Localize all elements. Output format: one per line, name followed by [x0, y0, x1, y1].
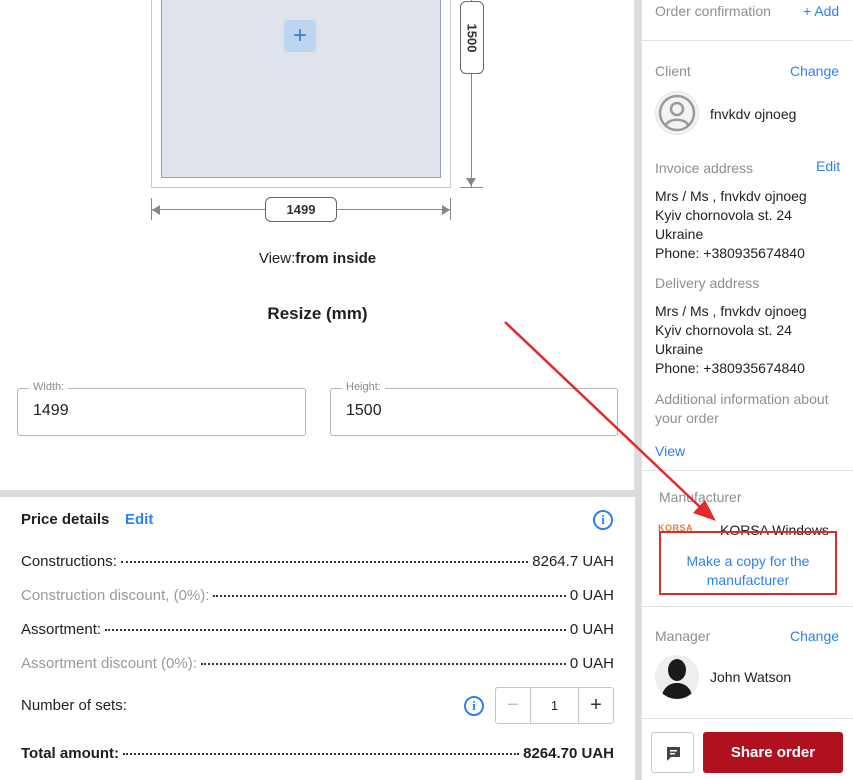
height-dimension-badge[interactable]: 1500	[460, 1, 484, 74]
view-side-label: View:from inside	[258, 250, 377, 267]
order-sidebar: Order confirmation + Add Client Change f…	[641, 0, 853, 780]
share-order-button[interactable]: Share order	[703, 732, 843, 773]
copy-for-manufacturer-highlight: Make a copy for the manufacturer	[659, 531, 837, 595]
width-field[interactable]: Width:	[17, 381, 306, 436]
client-label: Client	[655, 63, 691, 79]
invoice-edit-link[interactable]: Edit	[816, 158, 840, 174]
manager-name: John Watson	[710, 669, 792, 685]
quantity-value[interactable]: 1	[531, 688, 578, 723]
width-dimension-badge[interactable]: 1499	[265, 197, 337, 222]
make-copy-link[interactable]: Make a copy for the manufacturer	[661, 552, 835, 590]
price-edit-link[interactable]: Edit	[125, 511, 153, 528]
delivery-address-label: Delivery address	[655, 275, 760, 291]
window-preview-panel: + 1500 1499 View:from inside Resize (mm)…	[0, 0, 635, 490]
chat-button[interactable]	[651, 732, 694, 773]
price-row-construction-discount: Construction discount, (0%): 0 UAH	[21, 587, 614, 604]
window-glass: +	[161, 0, 441, 178]
divider	[642, 40, 853, 41]
user-icon	[658, 94, 696, 132]
manager-avatar	[655, 655, 699, 699]
width-input[interactable]	[33, 402, 233, 420]
height-input[interactable]	[346, 402, 546, 420]
window-frame: +	[151, 0, 451, 188]
width-field-label: Width:	[29, 381, 69, 393]
width-arrow-left-icon	[152, 205, 160, 215]
manager-label: Manager	[655, 628, 711, 644]
height-dimension-tick	[460, 187, 483, 188]
height-arrow-icon	[466, 178, 476, 186]
width-dimension-tick-right	[450, 198, 451, 220]
divider	[642, 606, 853, 607]
delivery-address: Mrs / Ms , fnvkdv ojnoeg Kyiv chornovola…	[655, 303, 807, 376]
sidebar-action-bar: Share order	[642, 718, 853, 780]
plus-icon: +	[292, 22, 307, 49]
view-additional-info-link[interactable]: View	[655, 443, 685, 459]
client-change-link[interactable]: Change	[790, 63, 839, 79]
manufacturer-label: Manufacturer	[659, 489, 742, 505]
quantity-stepper[interactable]: − 1 +	[495, 687, 614, 724]
manager-change-link[interactable]: Change	[790, 628, 839, 644]
increment-button[interactable]: +	[578, 688, 613, 723]
invoice-address-label: Invoice address	[655, 160, 754, 176]
info-icon[interactable]: i	[593, 510, 613, 530]
additional-info-label: Additional information about your order	[655, 391, 829, 426]
price-details-panel: Price details Edit i Constructions: 8264.…	[0, 497, 635, 780]
total-amount-row: Total amount: 8264.70 UAH	[21, 745, 614, 762]
chat-icon	[667, 747, 680, 761]
order-confirmation-label: Order confirmation	[655, 3, 771, 19]
height-field[interactable]: Height:	[330, 381, 618, 436]
sets-info-icon[interactable]: i	[464, 696, 484, 716]
resize-title: Resize (mm)	[267, 304, 368, 323]
invoice-address: Mrs / Ms , fnvkdv ojnoeg Kyiv chornovola…	[655, 188, 807, 261]
height-field-label: Height:	[342, 381, 385, 393]
decrement-button[interactable]: −	[496, 688, 531, 723]
price-row-assortment: Assortment: 0 UAH	[21, 621, 614, 638]
width-arrow-right-icon	[442, 205, 450, 215]
client-avatar	[655, 91, 699, 135]
number-of-sets-label: Number of sets:	[21, 697, 127, 714]
client-name: fnvkdv ojnoeg	[710, 106, 797, 122]
add-element-button[interactable]: +	[284, 20, 316, 52]
add-confirmation-link[interactable]: + Add	[803, 3, 839, 19]
price-row-assortment-discount: Assortment discount (0%): 0 UAH	[21, 655, 614, 672]
price-row-constructions: Constructions: 8264.7 UAH	[21, 553, 614, 570]
price-details-title: Price details	[21, 511, 110, 528]
person-silhouette-icon	[661, 659, 693, 699]
divider	[642, 470, 853, 471]
